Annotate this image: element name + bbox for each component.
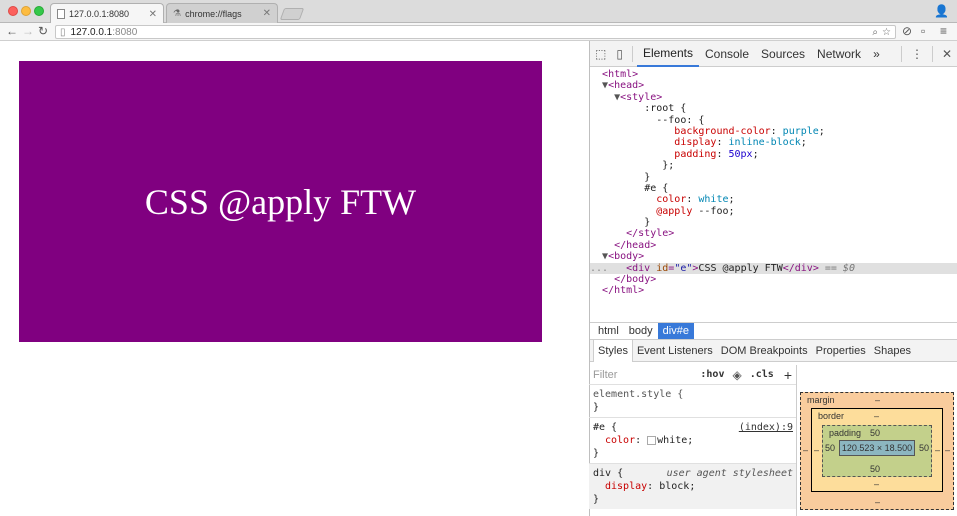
tree-line[interactable]: display: inline-block; xyxy=(590,137,957,148)
tree-line-selected[interactable]: ... <div id="e">CSS @apply FTW</div> == … xyxy=(590,262,957,275)
add-rule-icon[interactable]: + xyxy=(784,367,792,383)
bookmark-star-icon[interactable]: ☆ xyxy=(882,27,891,38)
paint-icon[interactable]: ◈ xyxy=(732,368,741,382)
demo-div: CSS @apply FTW xyxy=(19,61,542,342)
sidebar-tabs: Styles Event Listeners DOM Breakpoints P… xyxy=(590,339,957,362)
close-icon[interactable]: ✕ xyxy=(149,9,157,20)
tree-line[interactable]: } xyxy=(590,172,957,183)
close-window-button[interactable] xyxy=(8,6,18,16)
devtools-toolbar: ⬚ ▯ Elements Console Sources Network » ⋮… xyxy=(590,41,957,67)
tree-line[interactable]: }; xyxy=(590,160,957,171)
page-icon xyxy=(57,9,65,19)
filter-row: Filter :hov ◈ .cls + xyxy=(589,365,796,385)
css-rule[interactable]: #e { (index):9 color: white; } xyxy=(589,418,796,464)
extension-blank-icon[interactable]: ▫ xyxy=(921,24,925,38)
box-model: margin – – – – border – – – – padding 50… xyxy=(797,385,957,516)
kebab-menu-icon[interactable]: ⋮ xyxy=(906,47,928,61)
box-model-border[interactable]: border – – – – padding 50 50 50 50 120.5… xyxy=(811,408,943,492)
reload-icon[interactable]: ↻ xyxy=(38,24,48,38)
tree-line[interactable]: </head> xyxy=(590,240,957,251)
tree-line[interactable]: </body> xyxy=(590,274,957,285)
tree-line[interactable]: ▼<head> xyxy=(590,80,957,91)
color-swatch[interactable] xyxy=(647,435,657,445)
css-value[interactable]: white xyxy=(657,435,687,446)
tree-line[interactable]: --foo: { xyxy=(590,115,957,126)
inspect-element-icon[interactable]: ⬚ xyxy=(590,47,611,61)
filter-input[interactable]: Filter xyxy=(593,369,617,381)
forward-arrow-icon[interactable]: → xyxy=(22,24,34,38)
box-model-margin[interactable]: margin – – – – border – – – – padding 50… xyxy=(800,392,954,510)
element-style-rule[interactable]: element.style { } xyxy=(589,385,796,418)
tree-line[interactable]: color: white; xyxy=(590,194,957,205)
flask-icon: ⚗ xyxy=(173,8,182,18)
close-icon[interactable]: ✕ xyxy=(263,8,271,19)
breadcrumb-div[interactable]: div#e xyxy=(657,323,694,339)
breadcrumb-html[interactable]: html xyxy=(593,323,624,339)
new-tab-button[interactable] xyxy=(279,8,305,20)
tree-line[interactable]: ▼<body> xyxy=(590,251,957,262)
tab-shapes[interactable]: Shapes xyxy=(870,340,915,362)
more-tabs-button[interactable]: » xyxy=(867,41,886,67)
tab-dom-breakpoints[interactable]: DOM Breakpoints xyxy=(717,340,812,362)
url-host: 127.0.0.1 xyxy=(70,26,113,38)
rule-source-link[interactable]: (index):9 xyxy=(739,421,793,434)
page-viewport: CSS @apply FTW xyxy=(0,41,589,516)
url-port: :8080 xyxy=(112,26,138,38)
breadcrumb: html body div#e xyxy=(590,322,957,340)
tab-title: chrome://flags xyxy=(185,8,242,19)
styles-pane: Filter :hov ◈ .cls + element.style { } #… xyxy=(589,365,797,516)
profile-icon[interactable]: 👤 xyxy=(934,4,949,18)
device-toolbar-icon[interactable]: ▯ xyxy=(611,47,628,61)
maximize-window-button[interactable] xyxy=(34,6,44,16)
tab-properties[interactable]: Properties xyxy=(812,340,870,362)
menu-icon[interactable]: ≡ xyxy=(940,24,947,38)
close-devtools-icon[interactable]: ✕ xyxy=(937,47,957,61)
tree-line[interactable]: } xyxy=(590,217,957,228)
toolbar-divider xyxy=(931,46,933,62)
tree-line[interactable]: </html> xyxy=(590,285,957,296)
browser-toolbar: ← → ↻ ▯ 127.0.0.1 :8080 ⌕ ☆ ⊘ ▫ ≡ xyxy=(0,23,957,41)
tree-line[interactable]: padding: 50px; xyxy=(590,149,957,160)
css-property: display xyxy=(605,481,648,492)
address-bar[interactable]: ▯ 127.0.0.1 :8080 ⌕ ☆ xyxy=(55,25,896,39)
elements-tree: <html> ▼<head> ▼<style> :root { --foo: {… xyxy=(590,67,957,322)
css-value: block xyxy=(659,481,690,492)
toolbar-divider xyxy=(900,46,902,62)
hov-button[interactable]: :hov xyxy=(700,369,724,380)
tree-line[interactable]: #e { xyxy=(590,183,957,194)
css-property[interactable]: color xyxy=(605,435,635,446)
tab-network[interactable]: Network xyxy=(811,41,867,67)
zoom-icon[interactable]: ⌕ xyxy=(872,27,878,38)
box-model-content[interactable]: 120.523 × 18.500 xyxy=(839,440,915,456)
tab-styles[interactable]: Styles xyxy=(593,339,633,362)
tree-line[interactable]: @apply --foo; xyxy=(590,206,957,217)
breadcrumb-body[interactable]: body xyxy=(624,323,658,339)
tree-line[interactable]: <html> xyxy=(590,69,957,80)
ellipsis-icon[interactable]: ... xyxy=(590,263,608,274)
extension-icon[interactable]: ⊘ xyxy=(902,24,912,38)
tree-line[interactable]: :root { xyxy=(590,103,957,114)
tab-console[interactable]: Console xyxy=(699,41,755,67)
minimize-window-button[interactable] xyxy=(21,6,31,16)
cls-button[interactable]: .cls xyxy=(750,369,774,380)
rule-source-label: user agent stylesheet xyxy=(666,468,793,479)
tab-localhost[interactable]: 127.0.0.1:8080 ✕ xyxy=(50,3,164,24)
css-rule-ua[interactable]: div { user agent stylesheet display: blo… xyxy=(589,464,796,509)
back-arrow-icon[interactable]: ← xyxy=(6,24,18,38)
tab-strip: 127.0.0.1:8080 ✕ ⚗ chrome://flags ✕ 👤 xyxy=(0,0,957,24)
tab-flags[interactable]: ⚗ chrome://flags ✕ xyxy=(166,3,278,23)
tab-elements[interactable]: Elements xyxy=(636,41,699,67)
page-icon: ▯ xyxy=(60,26,66,38)
tab-event-listeners[interactable]: Event Listeners xyxy=(633,340,717,362)
toolbar-divider xyxy=(631,45,633,62)
tree-line[interactable]: ▼<style> xyxy=(590,92,957,103)
tab-sources[interactable]: Sources xyxy=(755,41,811,67)
tree-line[interactable]: </style> xyxy=(590,228,957,239)
box-model-padding[interactable]: padding 50 50 50 50 120.523 × 18.500 xyxy=(822,425,932,477)
tree-line[interactable]: background-color: purple; xyxy=(590,126,957,137)
tab-title: 127.0.0.1:8080 xyxy=(69,9,130,19)
browser-window: 127.0.0.1:8080 ✕ ⚗ chrome://flags ✕ 👤 ← … xyxy=(0,0,957,516)
